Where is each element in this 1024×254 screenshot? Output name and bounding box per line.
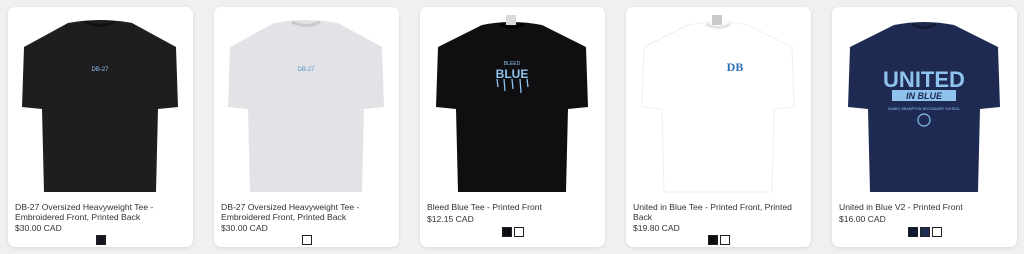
product-title[interactable]: United in Blue V2 - Printed Front [839,202,1011,212]
shirt-print-big: BLUE [496,67,529,81]
product-price: $12.15 CAD [427,214,474,224]
product-title[interactable]: United in Blue Tee - Printed Front, Prin… [633,202,805,222]
color-swatch-navy[interactable] [907,227,918,237]
color-swatches [214,235,399,245]
color-swatches [626,235,811,245]
product-title[interactable]: DB-27 Oversized Heavyweight Tee - Embroi… [221,202,393,222]
product-title[interactable]: DB-27 Oversized Heavyweight Tee - Embroi… [15,202,187,222]
shirt-print-big: UNITED [883,67,965,92]
product-title[interactable]: Bleed Blue Tee - Printed Front [427,202,599,212]
tshirt-black-image: BLEED BLUE [436,15,588,192]
color-swatches [832,227,1017,237]
shirt-print: DB-27 [91,67,109,73]
color-swatch-black[interactable] [501,227,512,237]
color-swatches [420,227,605,237]
shirt-print: DB [727,60,744,74]
product-card[interactable]: BLEED BLUE Bleed Blue Tee - Printed Fron… [420,7,605,247]
product-card[interactable]: DB United in Blue Tee - Printed Front, P… [626,7,811,247]
product-image[interactable]: UNITED IN BLUE DANIEL BRAMPTON SECONDARY… [832,7,1017,199]
color-swatch-black[interactable] [707,235,718,245]
tshirt-navy-image: UNITED IN BLUE DANIEL BRAMPTON SECONDARY… [848,22,1000,192]
product-price: $19.80 CAD [633,223,680,233]
product-card[interactable]: DB-27 DB-27 Oversized Heavyweight Tee - … [8,7,193,247]
tshirt-black-image: DB-27 [22,20,178,192]
shirt-print-mid: IN BLUE [906,91,943,101]
product-image[interactable]: DB-27 [8,7,193,199]
tshirt-white-image: DB-27 [228,20,384,192]
product-image[interactable]: DB-27 [214,7,399,199]
color-swatch-white[interactable] [301,235,312,245]
color-swatches [8,235,193,245]
color-swatch-white[interactable] [931,227,942,237]
product-price: $30.00 CAD [15,223,62,233]
color-swatch-white[interactable] [513,227,524,237]
product-price: $16.00 CAD [839,214,886,224]
tshirt-white-image: DB [641,15,795,193]
shirt-print: DB-27 [297,67,315,73]
product-card[interactable]: UNITED IN BLUE DANIEL BRAMPTON SECONDARY… [832,7,1017,247]
product-card[interactable]: DB-27 DB-27 Oversized Heavyweight Tee - … [214,7,399,247]
product-image[interactable]: BLEED BLUE [420,7,605,199]
color-swatch-black[interactable] [95,235,106,245]
product-image[interactable]: DB [626,7,811,199]
product-price: $30.00 CAD [221,223,268,233]
color-swatch-white[interactable] [719,235,730,245]
shirt-print-small: DANIEL BRAMPTON SECONDARY SCHOOL [888,107,960,111]
color-swatch-dark-blue[interactable] [919,227,930,237]
product-grid: DB-27 DB-27 Oversized Heavyweight Tee - … [0,0,1024,254]
